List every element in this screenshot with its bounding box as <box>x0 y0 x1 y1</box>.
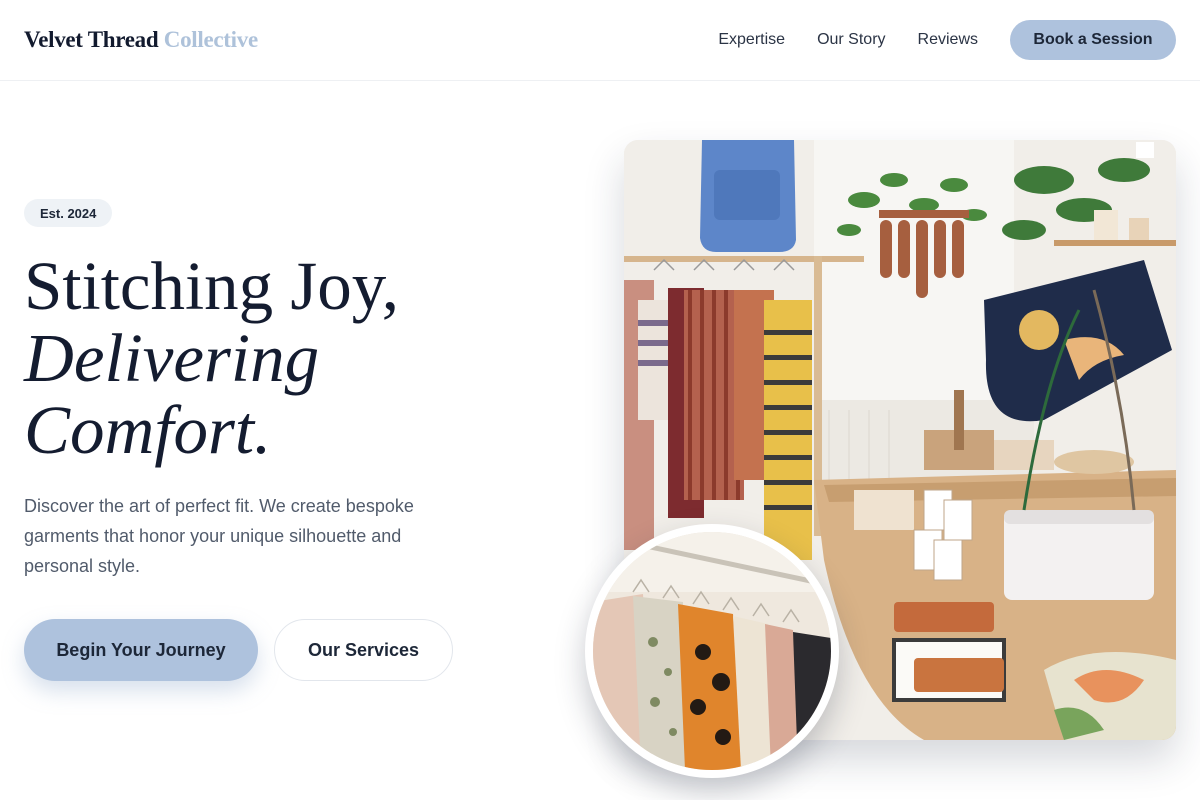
our-services-button[interactable]: Our Services <box>274 619 453 681</box>
hero-description: Discover the art of perfect fit. We crea… <box>24 496 414 576</box>
headline-line-1: Stitching Joy, <box>24 248 400 324</box>
main-nav: Expertise Our Story Reviews Book a Sessi… <box>718 20 1176 60</box>
nav-link-our-story[interactable]: Our Story <box>817 31 885 49</box>
headline-line-3: Comfort. <box>24 392 272 468</box>
site-header: Velvet Thread Collective Expertise Our S… <box>0 0 1200 81</box>
logo-accent: Collective <box>163 27 258 52</box>
hero-headline: Stitching Joy, Delivering Comfort. <box>24 250 564 466</box>
nav-link-expertise[interactable]: Expertise <box>718 31 785 49</box>
established-badge: Est. 2024 <box>24 199 113 227</box>
logo-main: Velvet Thread <box>24 27 159 52</box>
clothing-rack-image <box>585 524 839 778</box>
headline-line-2: Delivering <box>24 320 320 396</box>
book-session-button[interactable]: Book a Session <box>1010 20 1176 60</box>
logo[interactable]: Velvet Thread Collective <box>24 27 258 53</box>
begin-journey-button[interactable]: Begin Your Journey <box>24 619 258 681</box>
nav-link-reviews[interactable]: Reviews <box>918 31 978 49</box>
